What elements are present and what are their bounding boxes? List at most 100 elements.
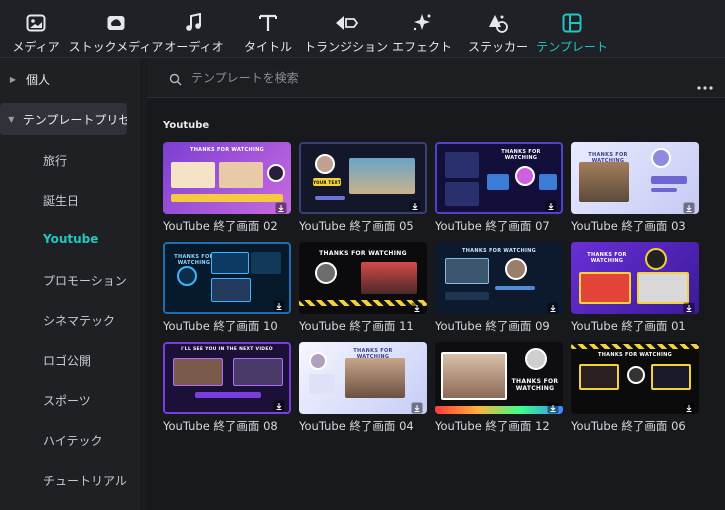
template-thumbnail: THANKS FOR WATCHING [435,342,563,414]
tab-template[interactable]: テンプレート [536,0,608,58]
thumbnail-text: THANKS FOR WATCHING [511,378,559,392]
title-T-icon [259,12,277,34]
tab-template-label: テンプレート [536,40,608,54]
template-name: YouTube 終了画面 03 [571,219,686,233]
section-title: Youtube [163,120,210,131]
template-name: YouTube 終了画面 08 [163,419,278,433]
more-options-icon[interactable] [696,76,714,90]
template-thumbnail: THANKS FOR WATCHING [435,242,563,314]
download-icon [275,199,287,214]
template-thumbnail: I'LL SEE YOU IN THE NEXT VIDEO [163,342,291,414]
tab-media[interactable]: メディア [8,0,64,58]
template-thumbnail: THANKS FOR WATCHING [299,242,427,314]
download-icon [273,397,285,412]
thumbnail-text: THANKS FOR WATCHING [461,248,536,254]
template-thumbnail: THANKS FOR WATCHING [163,142,291,214]
sidebar-item-travel[interactable]: 旅行 [43,152,67,169]
thumbnail-text: THANKS FOR WATCHING [189,147,264,153]
template-card[interactable]: THANKS FOR WATCHING YouTube 終了画面 02 [163,142,291,234]
template-thumbnail: YOUR TEXT [299,142,427,214]
tab-title[interactable]: タイトル [240,0,296,58]
media-icon [26,12,46,34]
template-name: YouTube 終了画面 06 [571,419,686,433]
tab-audio[interactable]: オーディオ [164,0,224,58]
audio-note-icon [185,12,203,34]
tab-sticker[interactable]: ステッカー [466,0,530,58]
stock-media-icon [106,12,126,34]
download-icon [547,399,559,414]
template-card[interactable]: THANKS FOR WATCHING YouTube 終了画面 09 [435,242,563,334]
thumbnail-text: THANKS FOR WATCHING [319,250,407,257]
thumbnail-text: I'LL SEE YOU IN THE NEXT VIDEO [181,347,273,352]
sidebar-item-youtube[interactable]: Youtube [43,232,98,246]
transition-icon [334,12,358,34]
template-card[interactable]: THANKS FOR WATCHING YouTube 終了画面 06 [571,342,699,434]
sidebar-group-template-presets[interactable]: ▼ テンプレートプリセ... [0,103,127,135]
chevron-down-icon: ▼ [8,114,15,124]
search-input[interactable] [191,68,671,88]
download-icon [545,197,557,212]
template-card[interactable]: YOUR TEXT YouTube 終了画面 05 [299,142,427,234]
template-card[interactable]: THANKS FOR WATCHING YouTube 終了画面 12 [435,342,563,434]
top-toolbar: メディア ストックメディア オーディオ タイトル トランジション エフェクト ス… [0,0,725,58]
template-name: YouTube 終了画面 05 [299,219,414,233]
tab-transition-label: トランジション [304,40,389,54]
template-name: YouTube 終了画面 01 [571,319,686,333]
sidebar-item-promotion[interactable]: プロモーション [43,272,127,289]
template-thumbnail: THANKS FOR WATCHING [163,242,291,314]
sidebar-item-birthday[interactable]: 誕生日 [43,192,79,209]
template-card[interactable]: THANKS FOR WATCHING YouTube 終了画面 04 [299,342,427,434]
template-card[interactable]: THANKS FOR WATCHING YouTube 終了画面 03 [571,142,699,234]
category-sidebar: ▶ 個人 ▼ テンプレートプリセ... 旅行 誕生日 Youtube プロモーシ… [0,58,146,510]
tab-audio-label: オーディオ [164,40,224,54]
template-name: YouTube 終了画面 02 [163,219,278,233]
thumbnail-text: THANKS FOR WATCHING [501,149,541,161]
download-icon [547,299,559,314]
sidebar-item-sports[interactable]: スポーツ [43,392,91,409]
template-card[interactable]: THANKS FOR WATCHING YouTube 終了画面 07 [435,142,563,234]
download-icon [683,299,695,314]
tab-media-label: メディア [12,40,60,54]
template-name: YouTube 終了画面 12 [435,419,550,433]
download-icon [411,399,423,414]
template-thumbnail: THANKS FOR WATCHING [571,242,699,314]
sticker-icon [487,12,509,34]
download-icon [683,399,695,414]
template-thumbnail: THANKS FOR WATCHING [435,142,563,214]
template-thumbnail: THANKS FOR WATCHING [571,142,699,214]
download-icon [411,299,423,314]
sidebar-group-personal[interactable]: ▶ 個人 [0,63,127,95]
sidebar-item-hitech[interactable]: ハイテック [43,432,103,449]
download-icon [409,197,421,212]
tab-effect-label: エフェクト [392,40,453,54]
sidebar-group-label: 個人 [26,72,51,87]
template-card[interactable]: THANKS FOR WATCHING YouTube 終了画面 10 [163,242,291,334]
template-card[interactable]: THANKS FOR WATCHING YouTube 終了画面 01 [571,242,699,334]
sidebar-item-cinematic[interactable]: シネマテック [43,312,115,329]
template-icon [562,12,582,34]
effect-sparkle-icon [411,12,433,34]
template-name: YouTube 終了画面 07 [435,219,550,233]
template-thumbnail: THANKS FOR WATCHING [571,342,699,414]
chevron-right-icon: ▶ [9,74,17,84]
sidebar-group-label: テンプレートプリセ... [22,112,127,127]
tab-stock-media-label: ストックメディア [68,40,164,54]
tab-stock-media[interactable]: ストックメディア [69,0,163,58]
download-icon [683,199,695,214]
template-name: YouTube 終了画面 10 [163,319,278,333]
tab-transition[interactable]: トランジション [304,0,388,58]
tab-sticker-label: ステッカー [467,40,528,54]
template-name: YouTube 終了画面 11 [299,319,414,333]
template-name: YouTube 終了画面 09 [435,319,550,333]
search-bar [147,58,725,98]
sidebar-item-tutorial[interactable]: チュートリアル [43,472,127,489]
template-card[interactable]: I'LL SEE YOU IN THE NEXT VIDEO YouTube 終… [163,342,291,434]
template-name: YouTube 終了画面 04 [299,419,414,433]
thumbnail-text: THANKS FOR WATCHING [587,252,627,264]
tab-title-label: タイトル [243,40,292,54]
thumbnail-text: YOUR TEXT [313,180,341,185]
sidebar-scrollbar[interactable] [140,58,146,510]
sidebar-item-logo-reveal[interactable]: ロゴ公開 [43,352,91,369]
tab-effect[interactable]: エフェクト [392,0,453,58]
template-card[interactable]: THANKS FOR WATCHING YouTube 終了画面 11 [299,242,427,334]
